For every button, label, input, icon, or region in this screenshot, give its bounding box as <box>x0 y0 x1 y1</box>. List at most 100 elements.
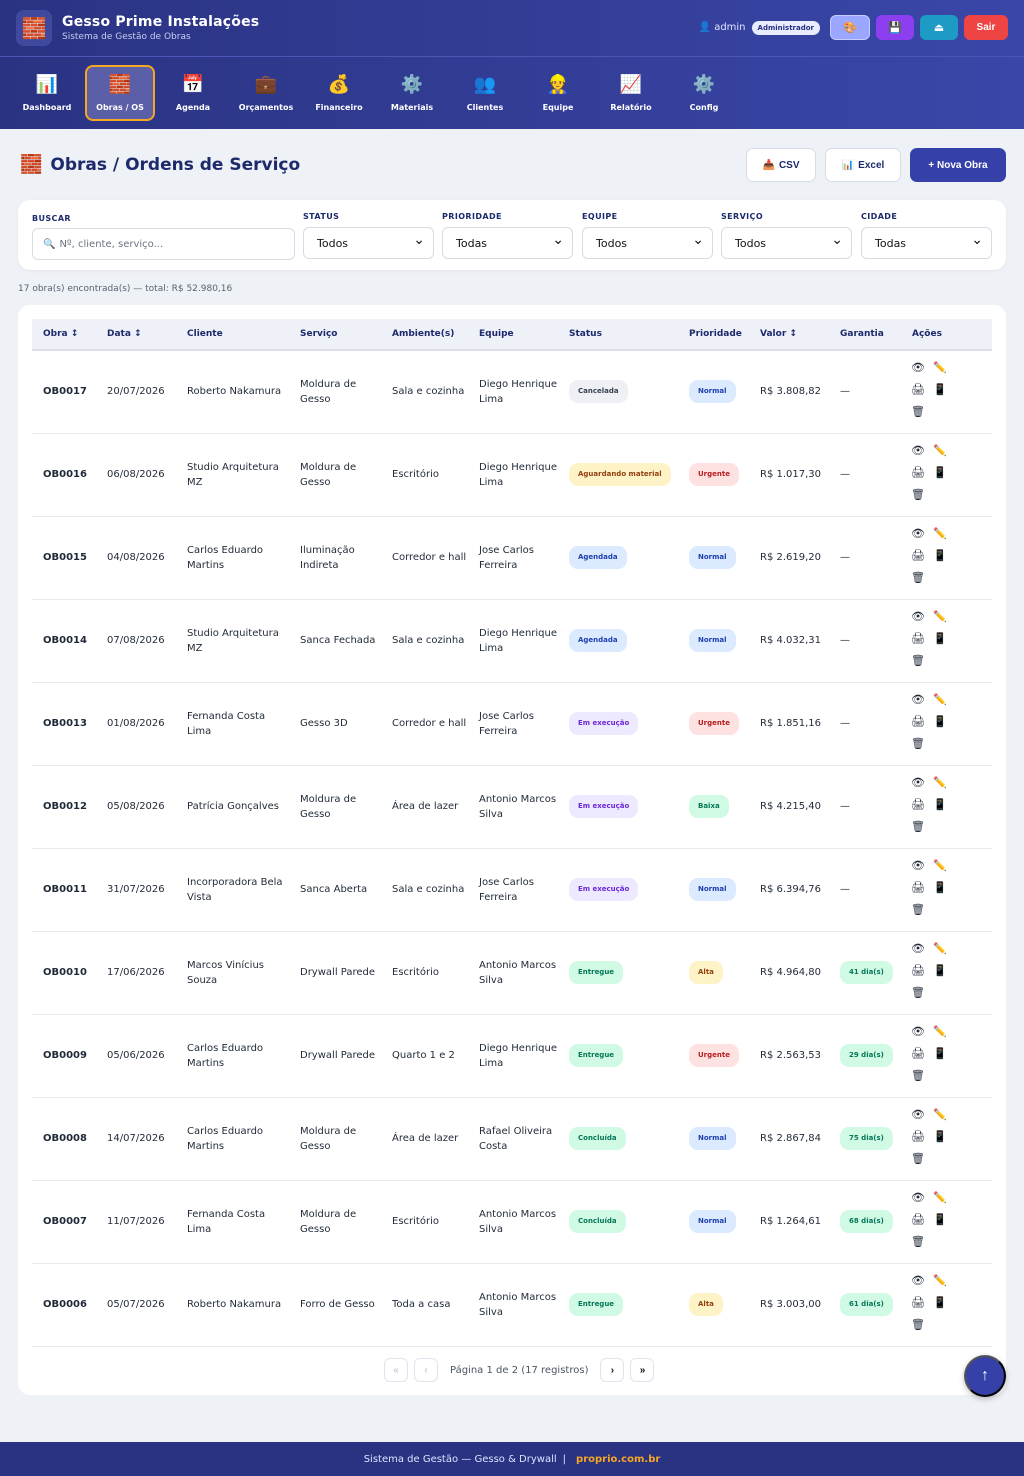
pencil-icon[interactable]: ✏️ <box>931 359 949 377</box>
phone-icon[interactable]: 📱 <box>931 547 949 565</box>
eye-icon[interactable]: 👁 <box>909 359 927 377</box>
phone-icon[interactable]: 📱 <box>931 879 949 897</box>
column-header[interactable]: Valor ↕ <box>749 319 829 351</box>
eye-icon[interactable]: 👁 <box>909 1106 927 1124</box>
nav-item-financeiro[interactable]: 💰 Financeiro <box>304 65 374 121</box>
printer-icon[interactable]: 🖨 <box>909 879 927 897</box>
pencil-icon[interactable]: ✏️ <box>931 691 949 709</box>
filter-select-status[interactable]: Todos ⌄ <box>303 227 434 259</box>
phone-icon[interactable]: 📱 <box>931 630 949 648</box>
phone-icon[interactable]: 📱 <box>931 1211 949 1229</box>
printer-icon[interactable]: 🖨 <box>909 1211 927 1229</box>
theme-button[interactable]: 🎨 <box>830 15 870 40</box>
trash-icon[interactable]: 🗑 <box>909 1150 927 1168</box>
prev-page-button[interactable]: ‹ <box>414 1358 438 1382</box>
trash-icon[interactable]: 🗑 <box>909 652 927 670</box>
export-excel-button[interactable]: 📊 Excel <box>825 148 901 182</box>
nav-item-config[interactable]: ⚙️ Config <box>669 65 739 121</box>
filter-select-servi-o[interactable]: Todos ⌄ <box>721 227 852 259</box>
trash-icon[interactable]: 🗑 <box>909 735 927 753</box>
column-header[interactable]: Obra ↕ <box>32 319 96 351</box>
nav-item-materiais[interactable]: ⚙️ Materiais <box>377 65 447 121</box>
printer-icon[interactable]: 🖨 <box>909 1294 927 1312</box>
phone-icon[interactable]: 📱 <box>931 1128 949 1146</box>
phone-icon[interactable]: 📱 <box>931 464 949 482</box>
search-input[interactable]: 🔍 Nº, cliente, serviço... <box>32 228 295 260</box>
nav-item-or-amentos[interactable]: 💼 Orçamentos <box>231 65 301 121</box>
pencil-icon[interactable]: ✏️ <box>931 940 949 958</box>
nav-item-label: Obras / OS <box>96 102 144 112</box>
eye-icon[interactable]: 👁 <box>909 1189 927 1207</box>
cell-garantia: — <box>829 765 901 849</box>
printer-icon[interactable]: 🖨 <box>909 547 927 565</box>
eye-icon[interactable]: 👁 <box>909 1272 927 1290</box>
printer-icon[interactable]: 🖨 <box>909 1045 927 1063</box>
export-button[interactable]: ⏏ <box>920 15 958 40</box>
pencil-icon[interactable]: ✏️ <box>931 1189 949 1207</box>
pencil-icon[interactable]: ✏️ <box>931 857 949 875</box>
pencil-icon[interactable]: ✏️ <box>931 1272 949 1290</box>
phone-icon[interactable]: 📱 <box>931 713 949 731</box>
phone-icon[interactable]: 📱 <box>931 1294 949 1312</box>
trash-icon[interactable]: 🗑 <box>909 1316 927 1334</box>
eye-icon[interactable]: 👁 <box>909 442 927 460</box>
filter-select-equipe[interactable]: Todos ⌄ <box>582 227 713 259</box>
printer-icon[interactable]: 🖨 <box>909 630 927 648</box>
status-badge: Entregue <box>569 1044 624 1067</box>
printer-icon[interactable]: 🖨 <box>909 713 927 731</box>
last-page-button[interactable]: » <box>630 1358 655 1382</box>
trash-icon[interactable]: 🗑 <box>909 1233 927 1251</box>
filter-select-prioridade[interactable]: Todas ⌄ <box>442 227 573 259</box>
user-name-text: admin <box>714 22 746 33</box>
pencil-icon[interactable]: ✏️ <box>931 1023 949 1041</box>
printer-icon[interactable]: 🖨 <box>909 381 927 399</box>
backup-button[interactable]: 💾 <box>876 15 914 40</box>
pencil-icon[interactable]: ✏️ <box>931 608 949 626</box>
printer-icon[interactable]: 🖨 <box>909 464 927 482</box>
column-header[interactable]: Data ↕ <box>96 319 176 351</box>
nav-item-equipe[interactable]: 👷 Equipe <box>523 65 593 121</box>
next-page-button[interactable]: › <box>600 1358 625 1382</box>
brick-icon: 🧱 <box>16 10 52 46</box>
footer-link[interactable]: proprio.com.br <box>576 1454 660 1465</box>
phone-icon[interactable]: 📱 <box>931 1045 949 1063</box>
nav-item-agenda[interactable]: 📅 Agenda <box>158 65 228 121</box>
printer-icon[interactable]: 🖨 <box>909 962 927 980</box>
trash-icon[interactable]: 🗑 <box>909 403 927 421</box>
filter-select-cidade[interactable]: Todas ⌄ <box>861 227 992 259</box>
export-csv-button[interactable]: 📥 CSV <box>746 148 816 182</box>
eye-icon[interactable]: 👁 <box>909 608 927 626</box>
phone-icon[interactable]: 📱 <box>931 381 949 399</box>
eye-icon[interactable]: 👁 <box>909 525 927 543</box>
nav-item-dashboard[interactable]: 📊 Dashboard <box>12 65 82 121</box>
new-obra-button[interactable]: + Nova Obra <box>910 148 1006 182</box>
pencil-icon[interactable]: ✏️ <box>931 774 949 792</box>
arrow-up-icon: ↑ <box>981 1367 989 1384</box>
logout-button[interactable]: Sair <box>964 15 1008 40</box>
printer-icon[interactable]: 🖨 <box>909 796 927 814</box>
pencil-icon[interactable]: ✏️ <box>931 525 949 543</box>
eye-icon[interactable]: 👁 <box>909 1023 927 1041</box>
pencil-icon[interactable]: ✏️ <box>931 442 949 460</box>
scroll-top-button[interactable]: ↑ <box>964 1355 1006 1397</box>
cell-garantia: 29 dia(s) <box>829 1014 901 1098</box>
trash-icon[interactable]: 🗑 <box>909 486 927 504</box>
trash-icon[interactable]: 🗑 <box>909 984 927 1002</box>
cell-acoes: 👁 ✏️ 🖨 📱 🗑 <box>901 433 992 517</box>
pencil-icon[interactable]: ✏️ <box>931 1106 949 1124</box>
eye-icon[interactable]: 👁 <box>909 940 927 958</box>
nav-item-relat-rio[interactable]: 📈 Relatório <box>596 65 666 121</box>
phone-icon[interactable]: 📱 <box>931 962 949 980</box>
eye-icon[interactable]: 👁 <box>909 774 927 792</box>
printer-icon[interactable]: 🖨 <box>909 1128 927 1146</box>
trash-icon[interactable]: 🗑 <box>909 1067 927 1085</box>
first-page-button[interactable]: « <box>384 1358 408 1382</box>
nav-item-clientes[interactable]: 👥 Clientes <box>450 65 520 121</box>
trash-icon[interactable]: 🗑 <box>909 818 927 836</box>
eye-icon[interactable]: 👁 <box>909 691 927 709</box>
trash-icon[interactable]: 🗑 <box>909 569 927 587</box>
nav-item-obras-os[interactable]: 🧱 Obras / OS <box>85 65 155 121</box>
trash-icon[interactable]: 🗑 <box>909 901 927 919</box>
phone-icon[interactable]: 📱 <box>931 796 949 814</box>
eye-icon[interactable]: 👁 <box>909 857 927 875</box>
